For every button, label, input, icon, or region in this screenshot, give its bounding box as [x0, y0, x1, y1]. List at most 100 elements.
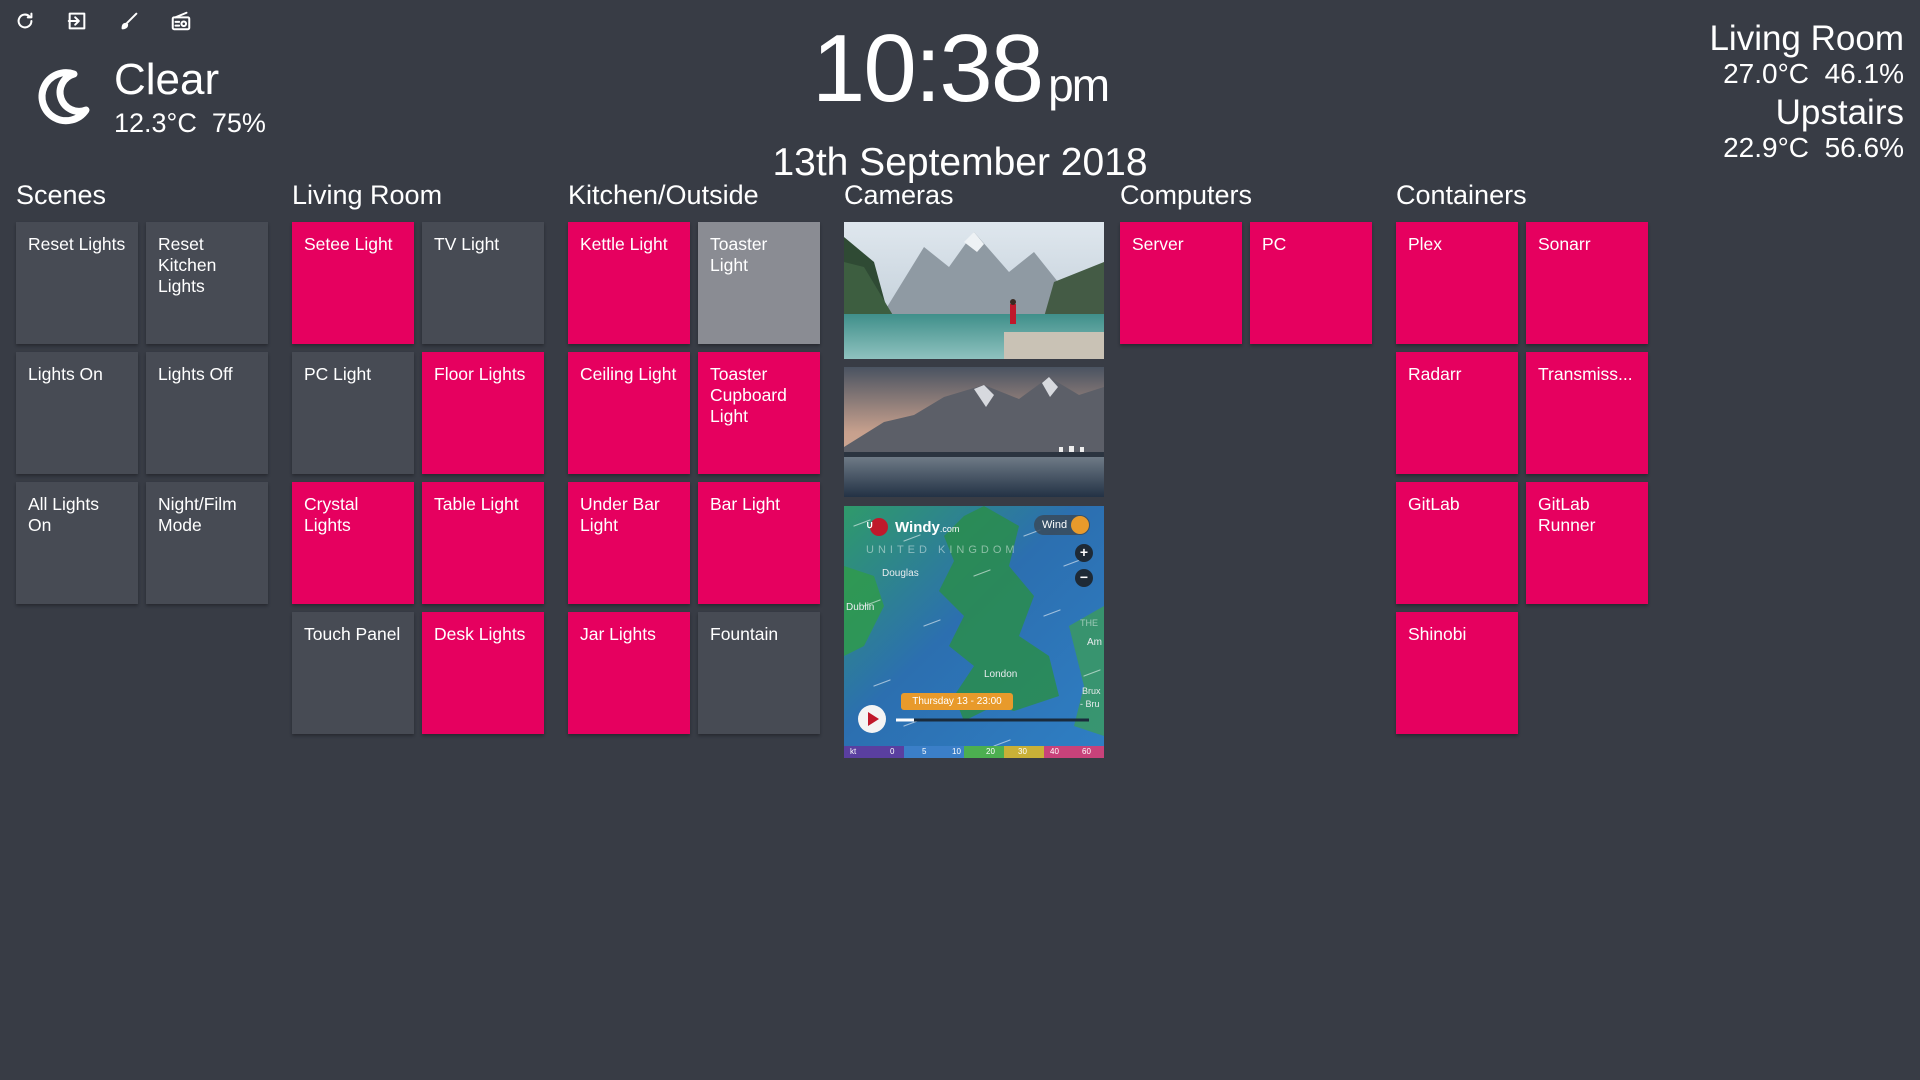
scale-tick: 30	[1018, 747, 1027, 756]
sensor-humidity: 56.6%	[1824, 132, 1904, 163]
tile-jar-lights[interactable]: Jar Lights	[568, 612, 690, 734]
group-title: Scenes	[16, 180, 107, 210]
map-label: - Bru	[1080, 699, 1100, 709]
tile-crystal-lights[interactable]: Crystal Lights	[292, 482, 414, 604]
windy-map[interactable]: ∪ Windy.com Wind + − UNITED KINGDOM Doug…	[844, 506, 1104, 758]
tile-label: Kettle Light	[580, 234, 668, 254]
tile-reset-lights[interactable]: Reset Lights	[16, 222, 138, 344]
tile-under-bar-light[interactable]: Under Bar Light	[568, 482, 690, 604]
tile-label: Shinobi	[1408, 624, 1467, 644]
tile-label: PC	[1262, 234, 1287, 254]
tile-touch-panel[interactable]: Touch Panel	[292, 612, 414, 734]
sensor-temperature: 22.9°C	[1723, 132, 1810, 163]
tile-night-film-mode[interactable]: Night/Film Mode	[146, 482, 268, 604]
lake-mountain-image	[844, 222, 1104, 359]
tile-fountain[interactable]: Fountain	[698, 612, 820, 734]
tile-label: Radarr	[1408, 364, 1462, 384]
tile-ceiling-light[interactable]: Ceiling Light	[568, 352, 690, 474]
tile-shinobi[interactable]: Shinobi	[1396, 612, 1518, 734]
sensor-name: Upstairs	[1775, 93, 1904, 132]
map-label: London	[984, 669, 1018, 680]
tile-pc[interactable]: PC	[1250, 222, 1372, 344]
group-cameras: Cameras ∪ Windy.com Wind + − UNITED KING…	[844, 178, 1104, 758]
scale-tick: 40	[1050, 747, 1059, 756]
tile-lights-off[interactable]: Lights Off	[146, 352, 268, 474]
tile-label: Touch Panel	[304, 624, 401, 644]
tile-sonarr[interactable]: Sonarr	[1526, 222, 1648, 344]
tile-label: Server	[1132, 234, 1184, 254]
group-title: Cameras	[844, 180, 954, 210]
group-containers: Containers Plex Sonarr Radarr Transmiss.…	[1396, 178, 1648, 734]
tile-radarr[interactable]: Radarr	[1396, 352, 1518, 474]
tile-transmission[interactable]: Transmiss...	[1526, 352, 1648, 474]
group-title: Living Room	[292, 180, 443, 210]
tile-label: Night/Film Mode	[158, 494, 237, 535]
group-computers: Computers Server PC	[1120, 178, 1372, 344]
group-title: Containers	[1396, 180, 1527, 210]
sensor-name: Living Room	[1709, 19, 1904, 58]
scale-tick: 0	[890, 747, 895, 756]
windy-layer-label[interactable]: Wind	[1042, 519, 1067, 531]
tile-floor-lights[interactable]: Floor Lights	[422, 352, 544, 474]
tile-label: TV Light	[434, 234, 500, 254]
map-label: Am	[1087, 637, 1102, 648]
tile-label: Reset Kitchen Lights	[158, 234, 217, 296]
group-kitchen-outside: Kitchen/Outside Kettle Light Toaster Lig…	[568, 178, 820, 734]
sensor-humidity: 46.1%	[1824, 58, 1904, 89]
tile-tv-light[interactable]: TV Light	[422, 222, 544, 344]
scale-unit: kt	[850, 747, 857, 756]
scale-tick: 10	[952, 747, 961, 756]
tile-server[interactable]: Server	[1120, 222, 1242, 344]
tile-label: Transmiss...	[1538, 364, 1633, 384]
tile-label: Under Bar Light	[580, 494, 660, 535]
tile-plex[interactable]: Plex	[1396, 222, 1518, 344]
tile-label: Lights On	[28, 364, 103, 384]
tile-all-lights-on[interactable]: All Lights On	[16, 482, 138, 604]
tile-table-light[interactable]: Table Light	[422, 482, 544, 604]
tile-label: GitLab Runner	[1538, 494, 1596, 535]
camera-feed-lake[interactable]	[844, 222, 1104, 359]
tile-kettle-light[interactable]: Kettle Light	[568, 222, 690, 344]
tile-label: Lights Off	[158, 364, 233, 384]
tile-label: Table Light	[434, 494, 519, 514]
tile-label: Crystal Lights	[304, 494, 359, 535]
tile-toaster-light[interactable]: Toaster Light	[698, 222, 820, 344]
clock-ampm: pm	[1048, 59, 1110, 111]
group-title: Computers	[1120, 180, 1253, 210]
clock-time: 10:38	[811, 15, 1044, 122]
tile-label: Fountain	[710, 624, 779, 644]
tile-label: Toaster Cupboard Light	[710, 364, 787, 426]
zoom-in-icon[interactable]: +	[1076, 544, 1092, 560]
zoom-out-icon[interactable]: −	[1076, 569, 1092, 585]
tile-label: Toaster Light	[710, 234, 768, 275]
tile-desk-lights[interactable]: Desk Lights	[422, 612, 544, 734]
tile-gitlab[interactable]: GitLab	[1396, 482, 1518, 604]
tile-label: Ceiling Light	[580, 364, 677, 384]
clock: 10:38 pm 13th September 2018	[0, 14, 1920, 185]
tile-label: Floor Lights	[434, 364, 526, 384]
sensor-temperature: 27.0°C	[1723, 58, 1810, 89]
tile-reset-kitchen-lights[interactable]: Reset Kitchen Lights	[146, 222, 268, 344]
mountain-dusk-image	[844, 367, 1104, 497]
tile-label: All Lights On	[28, 494, 100, 535]
tile-label: GitLab	[1408, 494, 1460, 514]
map-label: Brux	[1082, 686, 1101, 696]
tile-label: Sonarr	[1538, 234, 1591, 254]
tile-pc-light[interactable]: PC Light	[292, 352, 414, 474]
map-label: UNITED KINGDOM	[866, 544, 1019, 556]
camera-feed-mountain[interactable]	[844, 367, 1104, 497]
map-label: THE	[1080, 618, 1098, 628]
tile-lights-on[interactable]: Lights On	[16, 352, 138, 474]
tile-label: Reset Lights	[28, 234, 126, 254]
tile-setee-light[interactable]: Setee Light	[292, 222, 414, 344]
tile-bar-light[interactable]: Bar Light	[698, 482, 820, 604]
tile-label: Jar Lights	[580, 624, 656, 644]
scale-tick: 60	[1082, 747, 1091, 756]
tile-label: Desk Lights	[434, 624, 526, 644]
tile-gitlab-runner[interactable]: GitLab Runner	[1526, 482, 1648, 604]
tile-label: Plex	[1408, 234, 1443, 254]
clock-date: 13th September 2018	[772, 141, 1148, 184]
group-living-room: Living Room Setee Light TV Light PC Ligh…	[292, 178, 544, 734]
tile-label: PC Light	[304, 364, 372, 384]
tile-toaster-cupboard-light[interactable]: Toaster Cupboard Light	[698, 352, 820, 474]
